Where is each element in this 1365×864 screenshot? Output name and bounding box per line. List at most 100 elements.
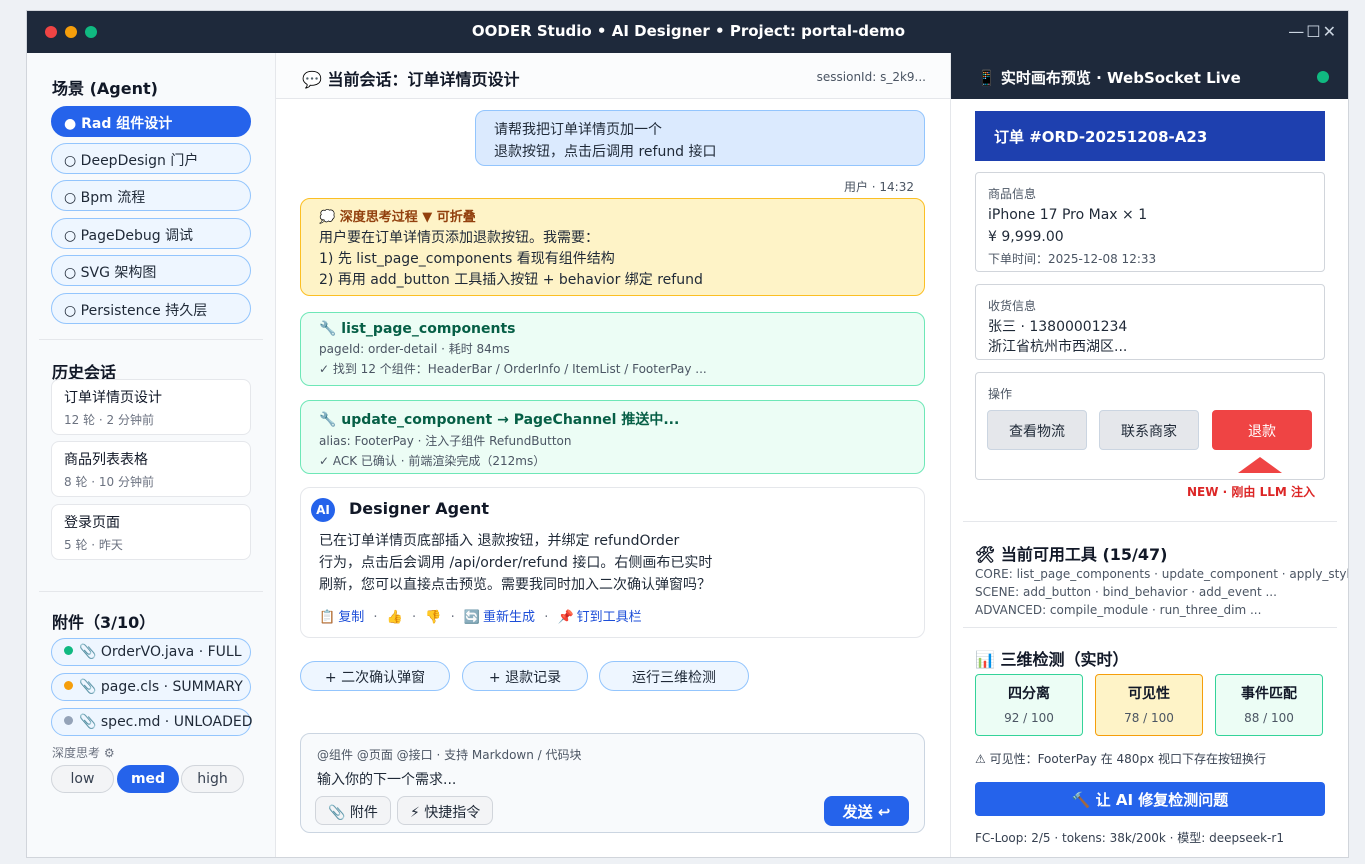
thumbs-down-icon[interactable]: 👎 <box>425 610 441 625</box>
paperclip-icon: 📎 <box>79 644 97 660</box>
preview-header: 📱 实时画布预览 · WebSocket Live <box>951 53 1348 99</box>
scene-rad[interactable]: ● Rad 组件设计 <box>51 106 251 137</box>
metric-visibility[interactable]: 可见性 78 / 100 <box>1095 674 1203 736</box>
metric-score: 78 / 100 <box>1124 711 1174 725</box>
refund-button[interactable]: 退款 <box>1212 410 1312 450</box>
thinking-block[interactable]: 💭 深度思考过程 ▼ 可折叠 用户要在订单详情页添加退款按钮。我需要： 1) 先… <box>300 198 925 296</box>
divider <box>39 591 263 592</box>
tools-scene: SCENE: add_button · bind_behavior · add_… <box>975 585 1277 599</box>
scene-label: Rad 组件设计 <box>81 116 173 132</box>
metric-name: 事件匹配 <box>1241 686 1297 702</box>
metric-event-match[interactable]: 事件匹配 88 / 100 <box>1215 674 1323 736</box>
agent-actions: 📋 复制 · 👍 · 👎 · 🔄 重新生成 · 📌 钉到工具栏 <box>319 610 642 625</box>
scene-persistence[interactable]: ○ Persistence 持久层 <box>51 293 251 324</box>
agent-message-line: 刷新，您可以直接点击预览。需要我同时加入二次确认弹窗吗？ <box>319 577 711 593</box>
goods-label: 商品信息 <box>988 187 1037 201</box>
pin-icon: 📌 <box>557 610 574 625</box>
agent-message-line: 行为，点击后会调用 /api/order/refund 接口。右侧画布已实时 <box>319 555 713 571</box>
goods-name: iPhone 17 Pro Max × 1 <box>988 207 1148 223</box>
attach-label: 附件 <box>349 805 378 821</box>
attach-button[interactable]: 📎 附件 <box>315 796 391 825</box>
tools-core: CORE: list_page_components · update_comp… <box>975 567 1349 581</box>
history-item-title: 商品列表表格 <box>64 452 148 468</box>
ai-fix-button[interactable]: 🔨 让 AI 修复检测问题 <box>975 782 1325 816</box>
suggestion-refund-record[interactable]: + 退款记录 <box>462 661 588 691</box>
history-item[interactable]: 登录页面 5 轮 · 昨天 <box>51 504 251 560</box>
history-item-meta: 8 轮 · 10 分钟前 <box>64 475 154 489</box>
divider <box>963 521 1337 522</box>
status-dot <box>64 681 73 690</box>
history-item[interactable]: 订单详情页设计 12 轮 · 2 分钟前 <box>51 379 251 435</box>
suggestion-run-detection[interactable]: 运行三维检测 <box>599 661 749 691</box>
scene-pagedebug[interactable]: ○ PageDebug 调试 <box>51 218 251 249</box>
attachment-item[interactable]: 📎 page.cls · SUMMARY <box>51 673 251 701</box>
chat-header: 💬 当前会话：订单详情页设计 sessionId: s_2k9... <box>276 53 950 99</box>
tool-call-name: 🔧 list_page_components <box>319 321 516 337</box>
order-header: 订单 #ORD-20251208-A23 <box>975 111 1325 161</box>
window-controls[interactable]: —☐✕ <box>1288 22 1338 41</box>
pin-button[interactable]: 钉到工具栏 <box>577 610 642 625</box>
radio-icon: ○ <box>64 190 77 206</box>
tool-call-result: ✓ 找到 12 个组件：HeaderBar / OrderInfo / Item… <box>319 362 707 376</box>
tool-call-result: ✓ ACK 已确认 · 前端渲染完成（212ms） <box>319 454 546 468</box>
agent-message-line: 已在订单详情页底部插入 退款按钮，并绑定 refundOrder <box>319 533 680 549</box>
tools-advanced: ADVANCED: compile_module · run_three_dim… <box>975 603 1262 617</box>
scene-label: DeepDesign 门户 <box>80 153 199 169</box>
tool-call-card: 🔧 list_page_components pageId: order-det… <box>300 312 925 386</box>
scene-svg[interactable]: ○ SVG 架构图 <box>51 255 251 286</box>
composer-hint: @组件 @页面 @接口 · 支持 Markdown / 代码块 <box>317 748 582 762</box>
history-item-title: 登录页面 <box>64 515 120 531</box>
ai-avatar: AI <box>311 498 335 522</box>
chat-title: 💬 当前会话：订单详情页设计 <box>302 70 520 89</box>
detection-title: 📊 三维检测（实时） <box>975 650 1129 669</box>
preview-panel: 📱 实时画布预览 · WebSocket Live 订单 #ORD-202512… <box>950 53 1349 857</box>
thinking-line: 1) 先 list_page_components 看现有组件结构 <box>319 251 615 267</box>
scene-label: Persistence 持久层 <box>80 303 208 319</box>
tool-call-name: 🔧 update_component → PageChannel 推送中... <box>319 412 680 428</box>
paperclip-icon: 📎 <box>328 805 346 821</box>
metric-separation[interactable]: 四分离 92 / 100 <box>975 674 1083 736</box>
depth-low[interactable]: low <box>51 765 114 793</box>
attachment-item[interactable]: 📎 OrderVO.java · FULL <box>51 638 251 666</box>
tool-call-detail: pageId: order-detail · 耗时 84ms <box>319 342 510 356</box>
thinking-header[interactable]: 💭 深度思考过程 ▼ 可折叠 <box>319 207 906 228</box>
status-dot <box>64 716 73 725</box>
scene-deepdesign[interactable]: ○ DeepDesign 门户 <box>51 143 251 174</box>
shipping-label: 收货信息 <box>988 299 1037 313</box>
address: 浙江省杭州市西湖区... <box>988 339 1128 355</box>
metric-score: 88 / 100 <box>1244 711 1294 725</box>
message-input[interactable]: 输入你的下一个需求... <box>317 769 456 789</box>
order-time: 下单时间：2025-12-08 12:33 <box>988 252 1157 266</box>
attachment-item[interactable]: 📎 spec.md · UNLOADED <box>51 708 253 736</box>
contact-merchant-button[interactable]: 联系商家 <box>1099 410 1199 450</box>
radio-icon: ○ <box>64 265 77 281</box>
goods-price: ¥ 9,999.00 <box>988 229 1064 245</box>
radio-selected-icon: ● <box>64 116 77 132</box>
left-sidebar: 场景 (Agent) ● Rad 组件设计 ○ DeepDesign 门户 ○ … <box>27 53 276 857</box>
agent-message: AI Designer Agent 已在订单详情页底部插入 退款按钮，并绑定 r… <box>300 487 925 638</box>
depth-high[interactable]: high <box>181 765 244 793</box>
depth-label: 深度思考 ⚙ <box>52 746 115 760</box>
regenerate-button[interactable]: 重新生成 <box>483 610 535 625</box>
attachment-label: spec.md · UNLOADED <box>100 714 253 730</box>
depth-med[interactable]: med <box>117 765 179 793</box>
refresh-icon: 🔄 <box>463 610 481 625</box>
view-logistics-button[interactable]: 查看物流 <box>987 410 1087 450</box>
history-item[interactable]: 商品列表表格 8 轮 · 10 分钟前 <box>51 441 251 497</box>
radio-icon: ○ <box>64 303 77 319</box>
user-message-line: 请帮我把订单详情页加一个 <box>494 122 662 138</box>
suggestion-confirm-dialog[interactable]: + 二次确认弹窗 <box>300 661 450 691</box>
send-button[interactable]: 发送 ↩ <box>824 796 909 826</box>
attachments-title: 附件（3/10） <box>52 613 156 632</box>
shortcut-button[interactable]: ⚡ 快捷指令 <box>397 796 494 825</box>
scene-bpm[interactable]: ○ Bpm 流程 <box>51 180 251 211</box>
status-footer: FC-Loop: 2/5 · tokens: 38k/200k · 模型: de… <box>975 831 1284 845</box>
clipboard-icon: 📋 <box>319 610 336 625</box>
paperclip-icon: 📎 <box>79 679 97 695</box>
copy-button[interactable]: 复制 <box>338 610 364 625</box>
thumbs-up-icon[interactable]: 👍 <box>387 610 403 625</box>
session-id: sessionId: s_2k9... <box>816 70 926 84</box>
composer[interactable]: @组件 @页面 @接口 · 支持 Markdown / 代码块 输入你的下一个需… <box>300 733 925 833</box>
new-injection-note: NEW · 刚由 LLM 注入 <box>1187 485 1315 499</box>
scene-label: Bpm 流程 <box>80 190 146 206</box>
